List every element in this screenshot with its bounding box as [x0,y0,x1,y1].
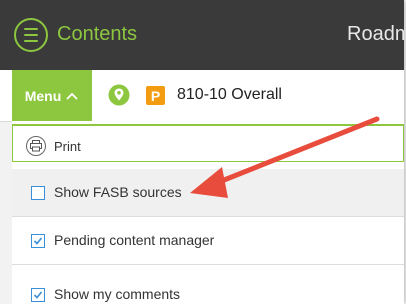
menu-item-show-my-comments[interactable]: Show my comments [12,274,404,304]
checkbox-unchecked-icon[interactable] [31,186,45,200]
menu-button-label: Menu [24,87,62,104]
location-pin-icon[interactable] [108,84,130,106]
menu-item-label: Show FASB sources [54,184,182,200]
contents-label[interactable]: Contents [57,23,137,46]
menu-item-label: Pending content manager [54,232,215,248]
document-title: 810-10 Overall [177,86,282,103]
app-window: Contents Roadm Menu P 810-10 Overall Pri… [0,0,404,304]
menu-item-label: Show my comments [54,286,181,302]
menu-item-show-fasb-sources[interactable]: Show FASB sources [12,169,404,217]
p-badge[interactable]: P [146,86,165,105]
roadmap-link[interactable]: Roadm [347,23,404,46]
print-icon [26,136,46,156]
print-label: Print [54,139,81,154]
checkbox-checked-icon[interactable] [31,234,45,248]
print-item[interactable]: Print [12,124,404,162]
menu-item-pending-content-manager[interactable]: Pending content manager [12,217,404,265]
menu-dropdown: Print Show FASB sources Pending content … [12,121,404,304]
contents-menu-icon[interactable] [14,18,48,52]
chevron-up-icon [66,92,78,100]
top-header: Contents Roadm [0,0,404,70]
menu-button[interactable]: Menu [12,70,92,121]
checkbox-checked-icon[interactable] [31,288,45,302]
